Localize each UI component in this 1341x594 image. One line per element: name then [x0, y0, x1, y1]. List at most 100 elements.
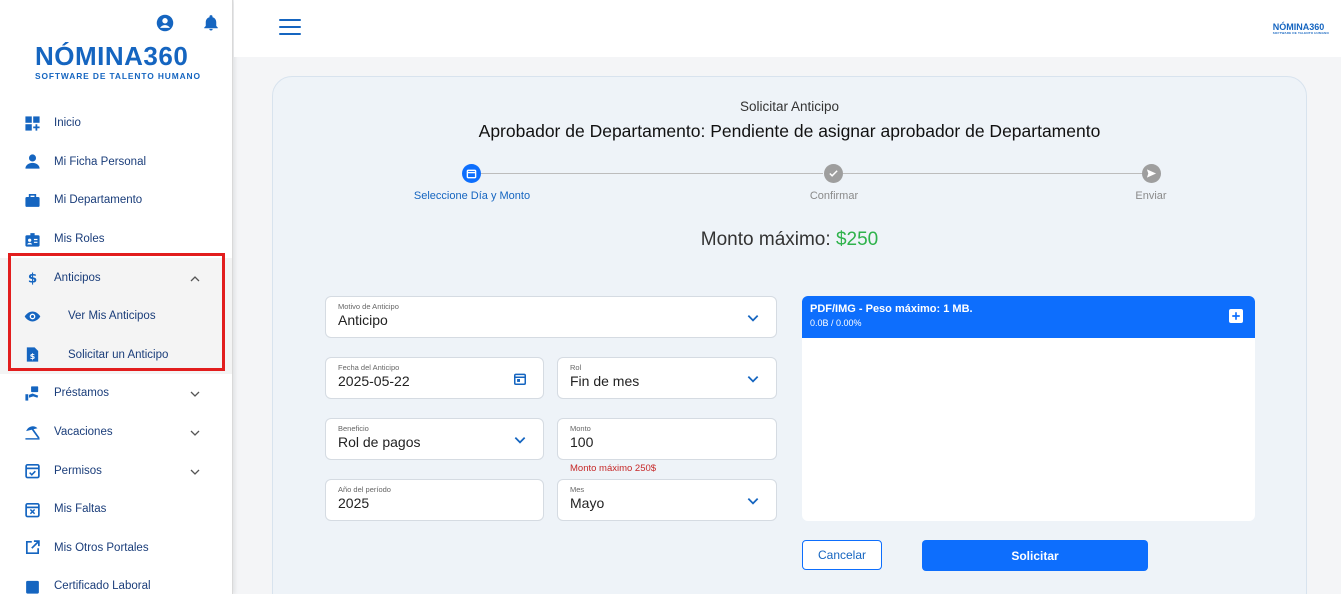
bell-icon[interactable] — [202, 14, 220, 37]
sidebar-item-mis-roles[interactable]: Mis Roles — [0, 220, 232, 259]
sidebar-item-mis-otros-portales[interactable]: Mis Otros Portales — [0, 529, 232, 568]
max-amount-text: Monto máximo: $250 — [273, 229, 1306, 251]
sidebar-item-label: Certificado Laboral — [54, 580, 151, 593]
external-link-icon — [24, 539, 41, 556]
account-circle-icon[interactable] — [156, 14, 174, 37]
chevron-down-icon — [513, 433, 527, 447]
file-upload-title: PDF/IMG - Peso máximo: 1 MB. — [810, 303, 973, 315]
beneficio-label: Beneficio — [338, 424, 369, 433]
brand-logo: NÓMINA360 SOFTWARE DE TALENTO HUMANO — [35, 42, 201, 81]
motivo-label: Motivo de Anticipo — [338, 302, 399, 311]
monto-helper-text: Monto máximo 250$ — [570, 463, 657, 474]
file-upload-status: 0.0B / 0.00% — [810, 318, 862, 328]
chevron-up-icon — [189, 272, 201, 284]
sidebar-item-label: Mi Ficha Personal — [54, 155, 147, 168]
anio-label: Año del período — [338, 485, 391, 494]
sidebar-item-solicitar-un-anticipo[interactable]: $ Solicitar un Anticipo — [0, 335, 232, 375]
page-title: Aprobador de Departamento: Pendiente de … — [478, 121, 1101, 141]
sidebar-item-inicio[interactable]: Inicio — [0, 104, 232, 143]
dashboard-icon — [24, 115, 41, 132]
chevron-down-icon — [746, 311, 760, 325]
calendar-check-icon — [24, 462, 41, 479]
monto-input[interactable]: Monto 100 — [557, 418, 777, 460]
sidebar-item-label: Permisos — [54, 464, 102, 477]
monto-value: 100 — [570, 434, 594, 450]
sidebar-top-icons — [156, 14, 220, 37]
file-upload-header: PDF/IMG - Peso máximo: 1 MB. 0.0B / 0.00… — [802, 296, 1255, 338]
top-bar-logo: NÓMINA360 SOFTWARE DE TALENTO HUMANO — [1273, 22, 1329, 35]
fecha-value: 2025-05-22 — [338, 373, 410, 389]
calendar-x-icon — [24, 501, 41, 518]
submit-button[interactable]: Solicitar — [922, 540, 1148, 571]
cancel-button[interactable]: Cancelar — [802, 540, 882, 570]
rol-select[interactable]: Rol Fin de mes — [557, 357, 777, 399]
rol-value: Fin de mes — [570, 373, 640, 389]
mini-logo-tagline: SOFTWARE DE TALENTO HUMANO — [1272, 31, 1329, 35]
step-1-calendar-icon — [462, 164, 481, 183]
calendar-icon[interactable] — [513, 372, 527, 386]
sidebar-item-mis-faltas[interactable]: Mis Faltas — [0, 490, 232, 529]
logo-tagline: SOFTWARE DE TALENTO HUMANO — [35, 71, 201, 81]
mes-label: Mes — [570, 485, 585, 494]
beach-umbrella-icon — [24, 424, 41, 441]
file-upload-panel[interactable]: PDF/IMG - Peso máximo: 1 MB. 0.0B / 0.00… — [802, 296, 1255, 521]
svg-text:$: $ — [30, 352, 35, 361]
sidebar-item-label: Mis Faltas — [54, 503, 107, 516]
stepper-connector — [481, 173, 823, 174]
sidebar-item-label: Mi Departamento — [54, 194, 143, 207]
menu-icon[interactable] — [279, 19, 301, 35]
calendar-icon — [24, 578, 41, 594]
request-advance-card: Solicitar Anticipo Aprobador de Departam… — [272, 76, 1307, 594]
motivo-select[interactable]: Motivo de Anticipo Anticipo — [325, 296, 777, 338]
sidebar: NÓMINA360 SOFTWARE DE TALENTO HUMANO Ini… — [0, 0, 233, 594]
stepper-connector — [843, 173, 1143, 174]
sidebar-item-label: Solicitar un Anticipo — [68, 348, 169, 361]
dollar-icon: $ — [24, 269, 41, 287]
chevron-down-icon — [189, 387, 201, 399]
chevron-down-icon — [189, 426, 201, 438]
anio-periodo-field[interactable]: Año del período 2025 — [325, 479, 544, 521]
chevron-down-icon — [746, 494, 760, 508]
step-label-seleccione: Seleccione Día y Monto — [413, 190, 531, 202]
sidebar-item-label: Ver Mis Anticipos — [68, 310, 156, 323]
fecha-anticipo-field[interactable]: Fecha del Anticipo 2025-05-22 — [325, 357, 544, 399]
request-money-document-icon: $ — [24, 346, 41, 363]
sidebar-item-label: Inicio — [54, 117, 81, 130]
step-3-send-icon — [1142, 164, 1161, 183]
mes-select[interactable]: Mes Mayo — [557, 479, 777, 521]
sidebar-item-certificado-laboral[interactable]: Certificado Laboral — [0, 567, 232, 594]
sidebar-item-mi-departamento[interactable]: Mi Departamento — [0, 181, 232, 220]
monto-label: Monto — [570, 424, 591, 433]
page-subtitle: Solicitar Anticipo — [739, 99, 840, 114]
sidebar-item-label: Vacaciones — [54, 426, 113, 439]
sidebar-item-vacaciones[interactable]: Vacaciones — [0, 413, 232, 452]
sidebar-item-ver-mis-anticipos[interactable]: Ver Mis Anticipos — [0, 296, 232, 336]
sidebar-item-anticipos[interactable]: $ Anticipos — [0, 258, 232, 297]
step-2-check-icon — [824, 164, 843, 183]
chevron-down-icon — [189, 465, 201, 477]
sidebar-item-mi-ficha-personal[interactable]: Mi Ficha Personal — [0, 143, 232, 182]
mes-value: Mayo — [570, 495, 605, 511]
briefcase-icon — [24, 192, 41, 209]
top-bar: NÓMINA360 SOFTWARE DE TALENTO HUMANO — [234, 0, 1341, 57]
id-badge-icon — [24, 231, 41, 248]
rol-label: Rol — [570, 363, 582, 372]
sidebar-item-label: Mis Otros Portales — [54, 541, 149, 554]
sidebar-item-label: Mis Roles — [54, 233, 105, 246]
sidebar-item-prestamos[interactable]: Préstamos — [0, 374, 232, 413]
beneficio-select[interactable]: Beneficio Rol de pagos — [325, 418, 544, 460]
max-amount-label: Monto máximo: — [700, 229, 831, 250]
sidebar-item-permisos[interactable]: Permisos — [0, 451, 232, 490]
logo-wordmark: NÓMINA360 — [35, 41, 189, 71]
svg-text:$: $ — [28, 272, 37, 287]
beneficio-value: Rol de pagos — [338, 434, 421, 450]
loan-icon — [24, 385, 41, 402]
sidebar-nav: Inicio Mi Ficha Personal Mi Departamento… — [0, 104, 232, 594]
add-file-icon[interactable] — [1229, 309, 1243, 323]
anio-value: 2025 — [338, 495, 370, 511]
eye-icon — [24, 308, 41, 325]
step-label-confirmar: Confirmar — [809, 190, 859, 202]
motivo-value: Anticipo — [338, 312, 388, 328]
person-icon — [24, 153, 41, 170]
sidebar-item-label: Anticipos — [54, 271, 101, 284]
